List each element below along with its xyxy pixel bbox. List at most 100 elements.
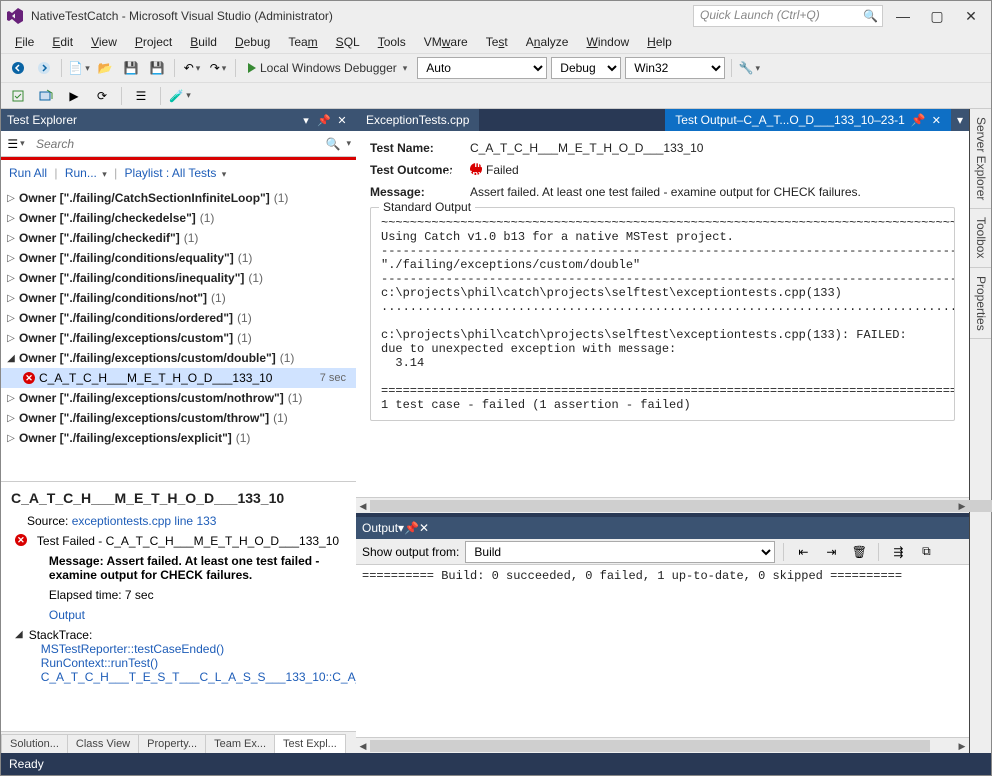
- editor-hscrollbar[interactable]: ◀ ▶: [356, 497, 969, 513]
- close-button[interactable]: ✕: [957, 5, 985, 27]
- expander-icon[interactable]: ▷: [5, 332, 17, 344]
- output-body[interactable]: ========== Build: 0 succeeded, 0 failed,…: [356, 565, 969, 737]
- menu-team[interactable]: Team: [280, 33, 325, 51]
- tree-group[interactable]: ▷Owner ["./failing/exceptions/custom/thr…: [1, 408, 356, 428]
- tree-group[interactable]: ▷Owner ["./failing/conditions/ordered"](…: [1, 308, 356, 328]
- pin-icon[interactable]: 📌: [404, 521, 419, 535]
- stack-frame-link[interactable]: RunContext::runTest(): [41, 656, 158, 670]
- test-search-input[interactable]: [32, 134, 322, 154]
- scroll-right-icon[interactable]: ▶: [955, 738, 969, 754]
- maximize-button[interactable]: ▢: [923, 5, 951, 27]
- menu-edit[interactable]: Edit: [44, 33, 81, 51]
- tab-close-icon[interactable]: ✕: [932, 114, 941, 127]
- menu-analyze[interactable]: Analyze: [518, 33, 577, 51]
- stack-frame-link[interactable]: C_A_T_C_H___T_E_S_T___C_L_A_S_S___133_10…: [41, 670, 356, 684]
- repeat-tests-button[interactable]: ⟳: [91, 85, 113, 107]
- expander-icon[interactable]: ◢: [5, 352, 17, 364]
- tab-testoutput[interactable]: Test Output–C_A_T...O_D___133_10–23-1 📌 …: [665, 109, 951, 131]
- minimize-button[interactable]: —: [889, 5, 917, 27]
- tree-group[interactable]: ▷Owner ["./failing/conditions/equality"]…: [1, 248, 356, 268]
- expander-icon[interactable]: ▷: [5, 292, 17, 304]
- expander-icon[interactable]: ▷: [5, 232, 17, 244]
- save-all-button[interactable]: 💾: [146, 57, 168, 79]
- scroll-thumb[interactable]: [370, 740, 930, 752]
- output-extra-button[interactable]: ⧉: [915, 541, 937, 563]
- platform-combo[interactable]: Auto: [417, 57, 547, 79]
- pin-icon[interactable]: 📌: [316, 112, 332, 128]
- test-tree[interactable]: ▷Owner ["./failing/CatchSectionInfiniteL…: [1, 186, 356, 481]
- tree-group[interactable]: ▷Owner ["./failing/checkedif"](1): [1, 228, 356, 248]
- tab-solution[interactable]: Solution...: [1, 734, 68, 753]
- menu-test[interactable]: Test: [478, 33, 516, 51]
- run-tests-button[interactable]: [7, 85, 29, 107]
- expander-icon[interactable]: ▷: [5, 312, 17, 324]
- show-from-combo[interactable]: Build: [465, 541, 775, 563]
- menu-help[interactable]: Help: [639, 33, 680, 51]
- quick-launch-input[interactable]: Quick Launch (Ctrl+Q) 🔍: [693, 5, 883, 27]
- menu-tools[interactable]: Tools: [370, 33, 414, 51]
- tree-group[interactable]: ▷Owner ["./failing/CatchSectionInfiniteL…: [1, 188, 356, 208]
- stack-frame-link[interactable]: MSTestReporter::testCaseEnded(): [41, 642, 224, 656]
- output-hscrollbar[interactable]: ◀ ▶: [356, 737, 969, 753]
- scroll-thumb[interactable]: [370, 500, 992, 512]
- tree-group[interactable]: ▷Owner ["./failing/exceptions/explicit"]…: [1, 428, 356, 448]
- toggle-wrap-button[interactable]: ⇶: [887, 541, 909, 563]
- expander-icon[interactable]: ▷: [5, 252, 17, 264]
- pin-icon[interactable]: 📌: [911, 113, 926, 127]
- new-project-button[interactable]: 📄▾: [68, 57, 90, 79]
- output-link[interactable]: Output: [49, 608, 85, 622]
- stacktrace-expander[interactable]: ◢: [15, 628, 23, 640]
- goto-prev-button[interactable]: ⇤: [792, 541, 814, 563]
- redo-button[interactable]: ↷▾: [207, 57, 229, 79]
- expander-icon[interactable]: ▷: [5, 212, 17, 224]
- tab-exceptiontests[interactable]: ExceptionTests.cpp: [356, 109, 479, 131]
- panel-close-icon[interactable]: ✕: [334, 112, 350, 128]
- expander-icon[interactable]: ▷: [5, 192, 17, 204]
- nav-fwd-button[interactable]: [33, 57, 55, 79]
- expander-icon[interactable]: ▷: [5, 412, 17, 424]
- scroll-right-icon[interactable]: ▶: [955, 498, 969, 514]
- tab-testexplorer[interactable]: Test Expl...: [274, 734, 346, 753]
- undo-button[interactable]: ↶▾: [181, 57, 203, 79]
- menu-sql[interactable]: SQL: [328, 33, 368, 51]
- tab-property[interactable]: Property...: [138, 734, 206, 753]
- open-file-button[interactable]: 📂: [94, 57, 116, 79]
- panel-dropdown-icon[interactable]: ▾: [298, 112, 314, 128]
- panel-close-icon[interactable]: ✕: [419, 521, 429, 535]
- tab-server-explorer[interactable]: Server Explorer: [970, 109, 991, 209]
- tabs-dropdown[interactable]: ▾: [951, 109, 969, 131]
- menu-build[interactable]: Build: [182, 33, 225, 51]
- debug-tests-button[interactable]: ▶: [63, 85, 85, 107]
- clear-output-button[interactable]: 🗑: [848, 541, 870, 563]
- menu-vmware[interactable]: VMware: [416, 33, 476, 51]
- expander-icon[interactable]: ▷: [5, 272, 17, 284]
- search-icon[interactable]: 🔍: [322, 137, 345, 151]
- expander-icon[interactable]: ▷: [5, 432, 17, 444]
- tree-test-item[interactable]: ✕C_A_T_C_H___M_E_T_H_O_D___133_107 sec: [1, 368, 356, 388]
- tab-classview[interactable]: Class View: [67, 734, 139, 753]
- run-all-tests-button[interactable]: [35, 85, 57, 107]
- menu-window[interactable]: Window: [578, 33, 637, 51]
- arch-combo[interactable]: Win32: [625, 57, 725, 79]
- tab-toolbox[interactable]: Toolbox: [970, 209, 991, 267]
- run-all-link[interactable]: Run All: [9, 166, 47, 180]
- toolbar-extra-button[interactable]: 🔧▾: [738, 57, 760, 79]
- group-by-button[interactable]: ☰▾: [5, 133, 27, 155]
- scroll-left-icon[interactable]: ◀: [356, 498, 370, 514]
- scroll-left-icon[interactable]: ◀: [356, 738, 370, 754]
- tab-properties[interactable]: Properties: [970, 268, 991, 340]
- menu-view[interactable]: View: [83, 33, 125, 51]
- tree-group[interactable]: ▷Owner ["./failing/exceptions/custom"](1…: [1, 328, 356, 348]
- run-link[interactable]: Run... ▾: [65, 166, 107, 180]
- nav-back-button[interactable]: [7, 57, 29, 79]
- goto-next-button[interactable]: ⇥: [820, 541, 842, 563]
- save-button[interactable]: 💾: [120, 57, 142, 79]
- menu-project[interactable]: Project: [127, 33, 180, 51]
- start-debug-button[interactable]: Local Windows Debugger ▾: [242, 57, 413, 79]
- test-list-button[interactable]: ☰: [130, 85, 152, 107]
- playlist-link[interactable]: Playlist : All Tests ▾: [125, 166, 227, 180]
- test-settings-button[interactable]: 🧪▾: [169, 85, 191, 107]
- expander-icon[interactable]: ▷: [5, 392, 17, 404]
- menu-debug[interactable]: Debug: [227, 33, 278, 51]
- tree-group[interactable]: ▷Owner ["./failing/exceptions/custom/not…: [1, 388, 356, 408]
